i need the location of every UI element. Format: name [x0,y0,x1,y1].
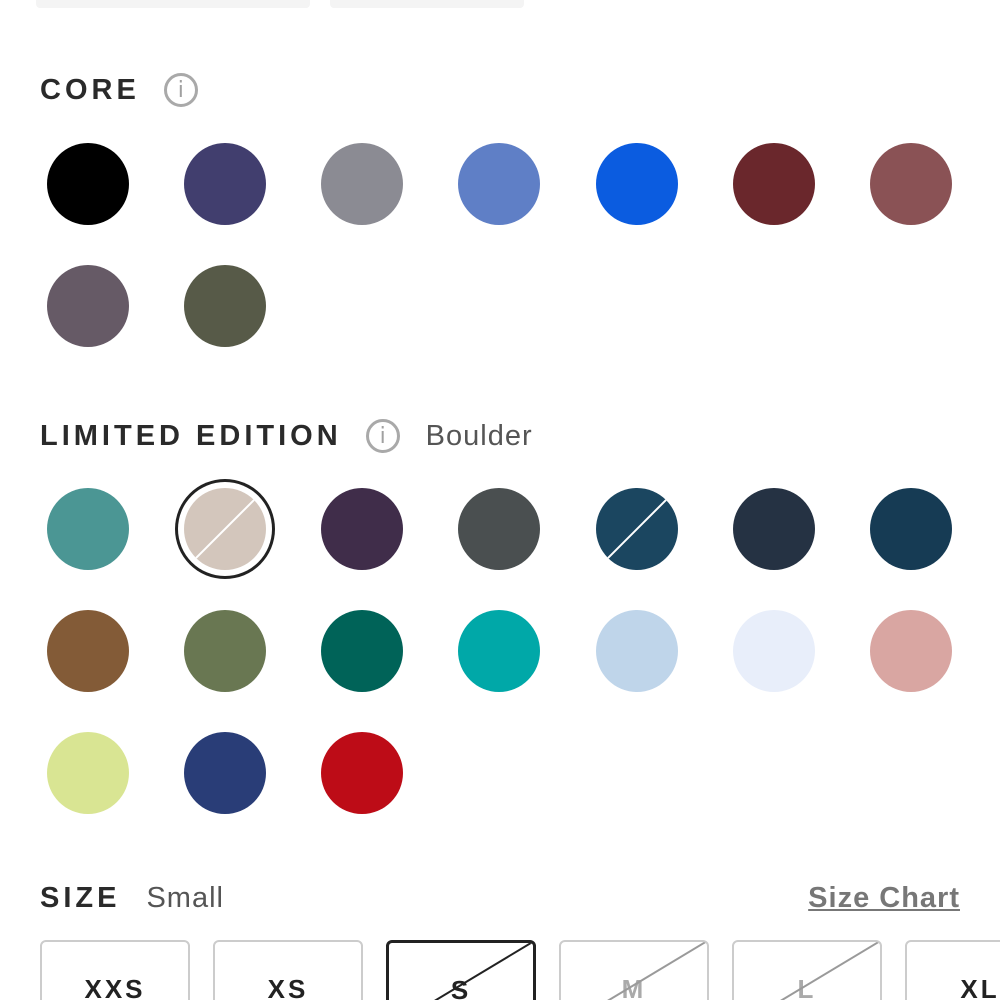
info-icon[interactable]: i [365,419,400,453]
size-header: SIZE Small [40,882,224,915]
color-swatch[interactable] [321,143,403,225]
color-swatch[interactable] [47,732,129,814]
color-swatch[interactable] [321,732,403,814]
color-swatch[interactable] [184,265,266,347]
unavailable-strike [184,488,266,570]
limited-edition-title: LIMITED EDITION [40,419,342,452]
color-swatch[interactable] [870,610,952,692]
size-option-xxs[interactable]: XXS [40,940,190,1000]
product-options-panel: CORE i LIMITED EDITION i Boulder SIZE Sm… [0,0,1000,1000]
color-swatch[interactable] [733,610,815,692]
color-swatch[interactable] [733,143,815,225]
color-swatch[interactable] [47,610,129,692]
color-swatch[interactable] [458,143,540,225]
core-title: CORE [40,73,140,106]
color-swatch[interactable] [596,488,678,570]
size-option-m[interactable]: M [559,940,709,1000]
size-option-xs[interactable]: XS [213,940,363,1000]
size-option-label: XS [267,974,309,1000]
size-option-l[interactable]: L [732,940,882,1000]
color-swatch[interactable] [47,143,129,225]
color-swatch[interactable] [733,488,815,570]
color-swatch[interactable] [458,488,540,570]
size-option-label: XL [960,974,1000,1000]
color-swatch[interactable] [870,488,952,570]
color-swatch[interactable] [321,610,403,692]
color-swatch[interactable] [47,265,129,347]
limited-edition-header: LIMITED EDITION i Boulder [40,416,533,456]
selected-color-name: Boulder [425,419,533,452]
color-swatch[interactable] [321,488,403,570]
color-swatch[interactable] [596,610,678,692]
info-icon[interactable]: i [163,73,198,107]
color-swatch[interactable] [184,732,266,814]
core-header: CORE i [40,70,198,110]
color-swatch[interactable] [596,143,678,225]
size-chart-link[interactable]: Size Chart [808,882,960,915]
color-swatch[interactable] [184,610,266,692]
size-option-s[interactable]: S [386,940,536,1000]
unavailable-strike [596,488,678,570]
size-title: SIZE [40,882,121,914]
size-option-xl[interactable]: XL [905,940,1000,1000]
color-swatch[interactable] [184,143,266,225]
color-swatch[interactable] [458,610,540,692]
top-control-partial[interactable] [36,0,310,8]
size-option-label: XXS [84,974,146,1000]
top-control-partial[interactable] [330,0,524,8]
selected-size-name: Small [146,882,224,914]
color-swatch[interactable] [47,488,129,570]
color-swatch[interactable] [184,488,266,570]
color-swatch[interactable] [870,143,952,225]
